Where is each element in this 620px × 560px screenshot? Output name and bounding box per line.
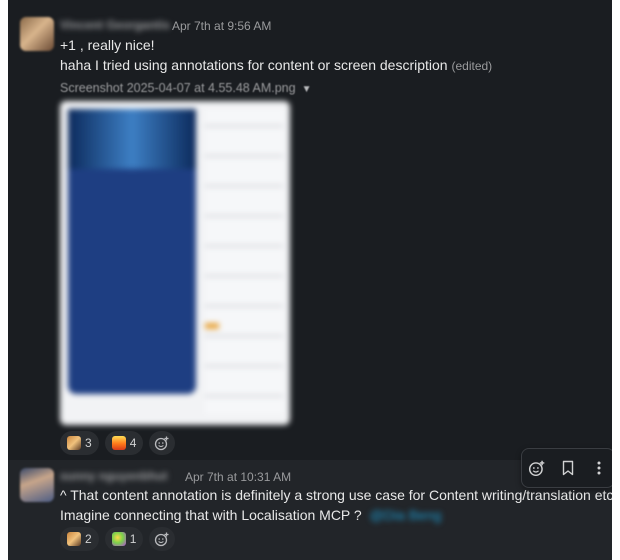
save-for-later-button[interactable] [556,456,580,480]
avatar[interactable] [20,17,54,51]
add-emoji-icon [155,436,169,451]
more-actions-button[interactable] [587,456,611,480]
attachment-filename[interactable]: Screenshot 2025-04-07 at 4.55.48 AM.png [60,81,296,95]
add-emoji-icon [529,460,545,477]
add-reaction-button[interactable] [149,527,176,551]
fire-emoji-icon [111,436,126,450]
attachment-image[interactable] [60,101,290,425]
reaction-pill[interactable]: 2 [60,527,99,551]
author-name[interactable]: sunny nguyenbhut [60,469,167,483]
image-content [68,109,196,394]
edited-label: (edited) [451,59,493,73]
add-reaction-button[interactable] [525,456,549,480]
add-emoji-icon [155,532,169,547]
reaction-bar: 3 4 [60,431,176,455]
author-name[interactable]: Vincent Georgantis [60,18,170,32]
reaction-count: 1 [129,532,137,546]
reaction-pill[interactable]: 4 [104,431,144,455]
message-text: haha I tried using annotations for conte… [60,57,492,73]
reaction-count: 3 [85,436,92,450]
dance-emoji-icon [111,532,126,546]
message-text: +1 , really nice! [60,37,155,53]
message-text-body: haha I tried using annotations for conte… [60,57,448,73]
message-item[interactable]: Vincent Georgantis Apr 7th at 9:56 AM +1… [8,0,612,460]
reaction-bar: 2 1 [60,527,176,551]
timestamp[interactable]: Apr 7th at 10:31 AM [185,470,291,484]
message-text: ^ That content annotation is definitely … [60,487,612,503]
timestamp[interactable]: Apr 7th at 9:56 AM [172,19,271,33]
more-vertical-icon [597,461,601,475]
message-text: Imagine connecting that with Localisatio… [60,507,441,523]
add-reaction-button[interactable] [149,431,176,455]
avatar[interactable] [20,468,54,502]
caret-down-icon[interactable]: ▼ [302,84,312,95]
bookmark-icon [562,460,574,476]
reaction-count: 4 [129,436,137,450]
reaction-count: 2 [85,532,92,546]
user-mention-link[interactable]: @Dia Beng [370,507,442,523]
message-pane: Vincent Georgantis Apr 7th at 9:56 AM +1… [8,0,612,560]
reaction-pill[interactable]: 3 [60,431,99,455]
person-emoji-icon [67,532,81,546]
attachment-header[interactable]: Screenshot 2025-04-07 at 4.55.48 AM.png ▼ [60,81,312,95]
message-text-body: Imagine connecting that with Localisatio… [60,507,362,523]
person-emoji-icon [67,436,81,450]
message-actions-toolbar [521,448,612,488]
reaction-pill[interactable]: 1 [104,527,144,551]
image-content [205,323,219,329]
image-content [205,109,283,414]
